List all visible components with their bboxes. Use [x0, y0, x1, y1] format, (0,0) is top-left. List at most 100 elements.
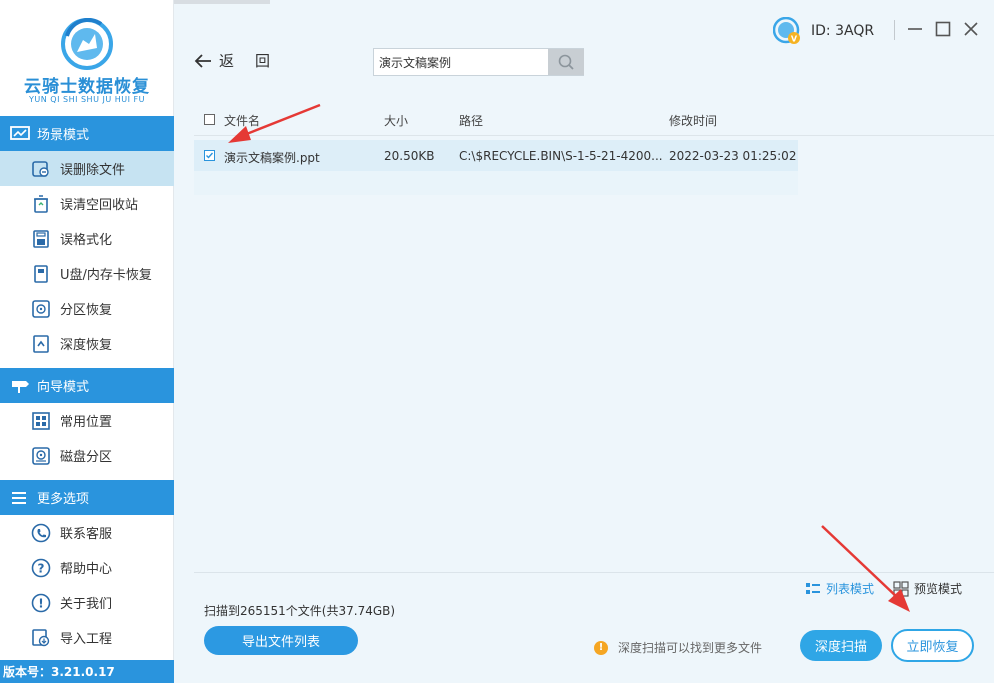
phone-icon [31, 523, 51, 542]
export-file-list-button[interactable]: 导出文件列表 [204, 626, 358, 655]
sidebar-item-format[interactable]: 误格式化 [0, 221, 174, 256]
minimize-icon [908, 28, 922, 30]
hint-text: 深度扫描可以找到更多文件 [618, 641, 763, 655]
column-header-name[interactable]: 文件名 [224, 112, 260, 129]
file-path: C:\$RECYCLE.BIN\S-1-5-21-4200... [459, 149, 663, 163]
file-size: 20.50KB [384, 149, 435, 163]
sidebar-item-label: 误清空回收站 [60, 198, 139, 213]
file-table-header: 文件名 大小 路径 修改时间 [194, 104, 994, 136]
arrow-left-icon [194, 53, 211, 68]
sidebar-item-about-us[interactable]: ! 关于我们 [0, 585, 174, 620]
sidebar: 云骑士数据恢复 YUN QI SHI SHU JU HUI FU 场景模式 误删… [0, 0, 174, 683]
sidebar-item-label: U盘/内存卡恢复 [60, 268, 152, 283]
sidebar-item-label: 磁盘分区 [60, 450, 113, 465]
sidebar-item-deleted-files[interactable]: 误删除文件 [0, 151, 174, 186]
window-controls-divider [894, 20, 895, 40]
sidebar-item-label: 深度恢复 [60, 338, 113, 353]
list-mode-label: 列表模式 [826, 582, 875, 596]
deleted-file-icon [32, 160, 49, 177]
windows-icon [32, 411, 50, 430]
maximize-icon [935, 21, 951, 37]
sidebar-item-label: 分区恢复 [60, 303, 113, 318]
sidebar-item-disk-partitions[interactable]: 磁盘分区 [0, 438, 174, 473]
tab-strip-shadow [174, 0, 270, 4]
help-icon: ? [31, 558, 51, 577]
import-icon [32, 628, 50, 646]
select-all-checkbox[interactable] [204, 114, 215, 125]
sidebar-item-help-center[interactable]: ? 帮助中心 [0, 550, 174, 585]
sidebar-item-deep-recovery[interactable]: 深度恢复 [0, 326, 174, 361]
usb-card-icon [34, 264, 48, 283]
section-more-options[interactable]: 更多选项 [0, 480, 174, 515]
minimize-button[interactable] [904, 18, 926, 40]
logo-title: 云骑士数据恢复 [24, 77, 150, 97]
sidebar-item-recycle-bin[interactable]: 误清空回收站 [0, 186, 174, 221]
menu-icon [12, 491, 26, 504]
search-input[interactable] [374, 49, 548, 75]
logo-subtitle: YUN QI SHI SHU JU HUI FU [29, 95, 145, 104]
sidebar-item-label: 导入工程 [60, 632, 113, 647]
close-button[interactable] [960, 18, 982, 40]
section-label: 场景模式 [37, 128, 90, 143]
deep-scan-hint: ! 深度扫描可以找到更多文件 [594, 639, 762, 656]
column-header-modified[interactable]: 修改时间 [669, 112, 717, 129]
sidebar-item-label: 误格式化 [60, 233, 113, 248]
section-label: 向导模式 [37, 380, 90, 395]
back-label: 返 [219, 52, 236, 70]
svg-text:!: ! [38, 596, 43, 610]
table-row[interactable]: 演示文稿案例.ppt 20.50KB C:\$RECYCLE.BIN\S-1-5… [194, 140, 798, 171]
sidebar-item-contact-support[interactable]: 联系客服 [0, 515, 174, 550]
knight-logo-icon [61, 18, 113, 70]
preview-mode-label: 预览模式 [914, 582, 963, 596]
checkmark-icon [206, 152, 214, 159]
column-header-path[interactable]: 路径 [459, 112, 483, 129]
footer-divider [194, 572, 994, 573]
avatar-icon: V [773, 17, 800, 44]
sidebar-item-partition[interactable]: 分区恢复 [0, 291, 174, 326]
sidebar-item-common-locations[interactable]: 常用位置 [0, 403, 174, 438]
search-button[interactable] [548, 49, 584, 75]
svg-text:?: ? [38, 561, 45, 575]
partition-icon [32, 299, 50, 318]
sidebar-item-label: 联系客服 [60, 527, 113, 542]
close-icon [964, 22, 978, 36]
recycle-bin-icon [34, 194, 48, 213]
grid-view-icon [893, 580, 909, 597]
file-modified: 2022-03-23 01:25:02 [669, 149, 797, 163]
section-label: 更多选项 [37, 492, 90, 507]
section-scene-mode[interactable]: 场景模式 [0, 116, 174, 151]
list-mode-toggle[interactable]: 列表模式 [805, 580, 874, 597]
search-box [373, 48, 584, 76]
sidebar-item-label: 关于我们 [60, 597, 113, 612]
user-id-label: ID: 3AQR [811, 23, 875, 39]
user-account[interactable]: V ID: 3AQR [773, 17, 874, 45]
search-icon [558, 54, 574, 70]
back-button[interactable]: 返 回 [193, 50, 271, 71]
annotation-arrow-to-recover [821, 525, 910, 612]
version-label: 版本号：3.21.0.17 [0, 660, 174, 683]
list-view-icon [806, 582, 820, 594]
sidebar-item-label: 常用位置 [60, 415, 113, 430]
preview-mode-toggle[interactable]: 预览模式 [893, 580, 962, 597]
sidebar-item-import-project[interactable]: 导入工程 [0, 620, 174, 655]
info-icon: ! [31, 593, 51, 612]
sidebar-item-label: 误删除文件 [60, 163, 126, 178]
svg-text:V: V [791, 35, 798, 44]
format-disk-icon [33, 229, 49, 248]
row-checkbox[interactable] [204, 150, 215, 161]
signpost-icon [12, 380, 29, 393]
recover-now-button[interactable]: 立即恢复 [891, 629, 974, 662]
disk-icon [32, 446, 50, 465]
back-label: 回 [255, 52, 272, 70]
scan-summary: 扫描到265151个文件(共37.74GB) [204, 604, 396, 618]
scene-icon [10, 125, 30, 140]
column-header-size[interactable]: 大小 [384, 112, 408, 129]
maximize-button[interactable] [932, 18, 954, 40]
sidebar-item-label: 帮助中心 [60, 562, 113, 577]
warning-icon: ! [594, 640, 608, 655]
sidebar-item-usb-card[interactable]: U盘/内存卡恢复 [0, 256, 174, 291]
file-name: 演示文稿案例.ppt [224, 151, 320, 165]
section-guide-mode[interactable]: 向导模式 [0, 368, 174, 403]
deep-scan-button[interactable]: 深度扫描 [800, 630, 882, 661]
table-empty-area [194, 171, 798, 195]
